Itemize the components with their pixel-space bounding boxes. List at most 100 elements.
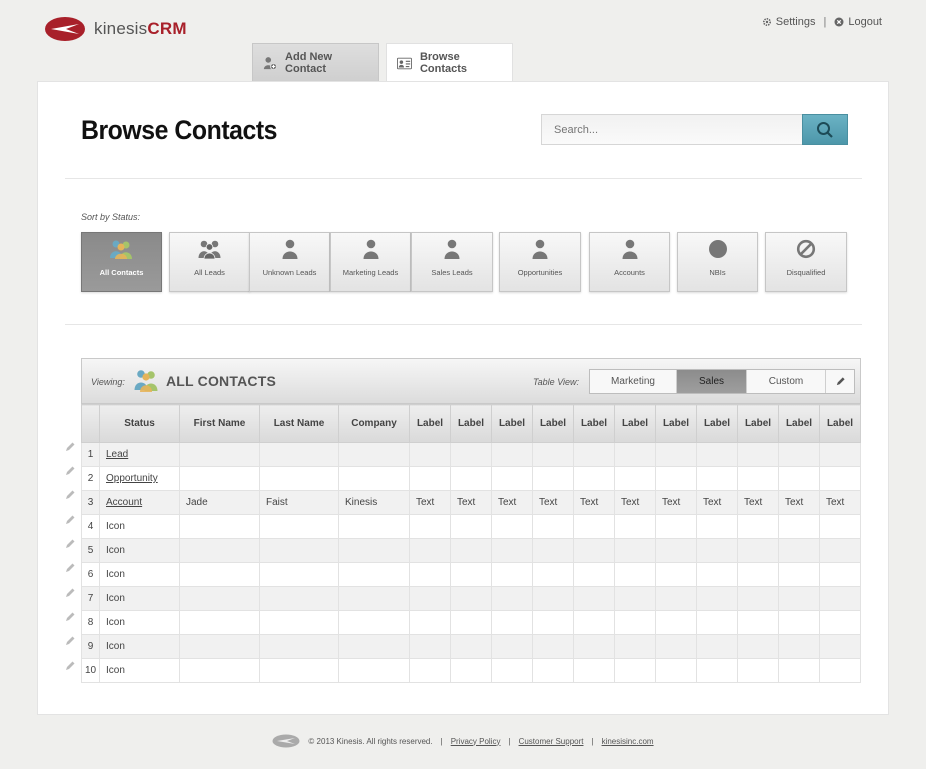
page-title: Browse Contacts xyxy=(81,115,278,145)
column-header[interactable]: Label xyxy=(696,404,738,443)
pencil-icon[interactable] xyxy=(64,635,76,647)
row-number: 7 xyxy=(81,586,100,611)
table-cell xyxy=(573,610,615,635)
column-header[interactable]: Label xyxy=(450,404,492,443)
table-cell xyxy=(655,658,697,683)
column-header[interactable]: Company xyxy=(338,404,410,443)
table-cell xyxy=(737,442,779,467)
table-cell xyxy=(696,610,738,635)
website-link[interactable]: kinesisinc.com xyxy=(602,737,654,746)
column-header[interactable]: Label xyxy=(409,404,451,443)
privacy-policy-link[interactable]: Privacy Policy xyxy=(451,737,501,746)
row-number: 10 xyxy=(81,658,100,683)
settings-label: Settings xyxy=(775,16,816,28)
status-button-marketing-leads[interactable]: Marketing Leads xyxy=(330,232,411,292)
table-cell xyxy=(491,562,533,587)
table-cell xyxy=(259,658,339,683)
status-button-nbis[interactable]: NBIs xyxy=(677,232,758,292)
column-header[interactable]: Label xyxy=(778,404,820,443)
table-cell xyxy=(778,442,820,467)
status-button-disqualified[interactable]: Disqualified xyxy=(765,232,847,292)
search-button[interactable] xyxy=(802,114,848,145)
pencil-icon[interactable] xyxy=(64,465,76,477)
table-cell xyxy=(179,658,260,683)
table-cell xyxy=(614,538,656,563)
table-row[interactable]: 3 Account Jade Faist Kinesis Text Text Text Text… xyxy=(81,490,861,515)
logout-label: Logout xyxy=(848,16,882,28)
pencil-icon[interactable] xyxy=(64,538,76,550)
tab-browse-contacts[interactable]: Browse Contacts xyxy=(386,43,513,82)
pencil-icon[interactable] xyxy=(64,587,76,599)
table-row[interactable]: 7 Icon xyxy=(81,586,861,611)
table-cell xyxy=(259,586,339,611)
table-cell: Text xyxy=(573,490,615,515)
add-user-icon xyxy=(263,56,278,70)
table-cell xyxy=(532,610,574,635)
table-row[interactable]: 9 Icon xyxy=(81,634,861,659)
table-cell xyxy=(338,658,410,683)
column-header[interactable]: Label xyxy=(737,404,779,443)
pencil-icon[interactable] xyxy=(64,514,76,526)
column-header[interactable]: Label xyxy=(655,404,697,443)
column-header[interactable]: Label xyxy=(819,404,861,443)
column-header[interactable]: Status xyxy=(99,404,180,443)
table-cell xyxy=(655,466,697,491)
column-header[interactable]: Label xyxy=(614,404,656,443)
column-header[interactable]: Last Name xyxy=(259,404,339,443)
search-input[interactable] xyxy=(541,114,803,145)
status-button-all-contacts[interactable]: All Contacts xyxy=(81,232,162,292)
table-cell xyxy=(696,514,738,539)
settings-link[interactable]: Settings xyxy=(762,16,816,28)
logout-link[interactable]: Logout xyxy=(834,16,882,28)
table-row[interactable]: 2 Opportunity xyxy=(81,466,861,491)
footer-separator: | xyxy=(508,736,511,746)
prohibited-icon xyxy=(796,239,816,259)
status-button-unknown-leads[interactable]: Unknown Leads xyxy=(249,232,330,292)
table-row[interactable]: 8 Icon xyxy=(81,610,861,635)
view-custom-button[interactable]: Custom xyxy=(747,370,826,393)
table-cell xyxy=(655,514,697,539)
pencil-icon[interactable] xyxy=(64,660,76,672)
person-icon xyxy=(532,239,548,259)
pencil-icon[interactable] xyxy=(64,562,76,574)
status-cell: Icon xyxy=(99,634,180,659)
table-row[interactable]: 6 Icon xyxy=(81,562,861,587)
column-header[interactable]: First Name xyxy=(179,404,260,443)
table-cell: Text xyxy=(532,490,574,515)
table-row[interactable]: 4 Icon xyxy=(81,514,861,539)
customer-support-link[interactable]: Customer Support xyxy=(519,737,584,746)
pencil-icon[interactable] xyxy=(64,611,76,623)
table-cell xyxy=(409,562,451,587)
status-button-opportunities[interactable]: Opportunities xyxy=(499,232,581,292)
table-cell xyxy=(179,586,260,611)
footer-copyright: © 2013 Kinesis. All rights reserved. xyxy=(308,736,433,746)
status-link[interactable]: Opportunity xyxy=(99,466,180,491)
tab-add-new-contact[interactable]: Add New Contact xyxy=(252,43,379,81)
status-link[interactable]: Account xyxy=(99,490,180,515)
column-header[interactable]: Label xyxy=(491,404,533,443)
column-header[interactable]: Label xyxy=(573,404,615,443)
table-cell xyxy=(696,442,738,467)
table-row[interactable]: 1 Lead xyxy=(81,442,861,467)
status-button-accounts[interactable]: Accounts xyxy=(589,232,670,292)
pencil-icon[interactable] xyxy=(64,441,76,453)
table-cell xyxy=(450,586,492,611)
table-cell xyxy=(450,634,492,659)
view-marketing-button[interactable]: Marketing xyxy=(590,370,677,393)
table-cell xyxy=(655,538,697,563)
table-cell xyxy=(259,466,339,491)
status-link[interactable]: Lead xyxy=(99,442,180,467)
table-row[interactable]: 10 Icon xyxy=(81,658,861,683)
status-button-all-leads[interactable]: All Leads xyxy=(169,232,250,292)
table-cell xyxy=(737,658,779,683)
status-button-sales-leads[interactable]: Sales Leads xyxy=(411,232,493,292)
view-sales-button[interactable]: Sales xyxy=(677,370,747,393)
edit-view-button[interactable] xyxy=(826,370,854,393)
table-cell xyxy=(179,562,260,587)
pencil-icon[interactable] xyxy=(64,489,76,501)
table-row[interactable]: 5 Icon xyxy=(81,538,861,563)
column-header[interactable]: Label xyxy=(532,404,574,443)
brand-logo[interactable]: kinesisCRM xyxy=(44,16,187,42)
table-cell xyxy=(532,442,574,467)
person-icon xyxy=(282,239,298,259)
